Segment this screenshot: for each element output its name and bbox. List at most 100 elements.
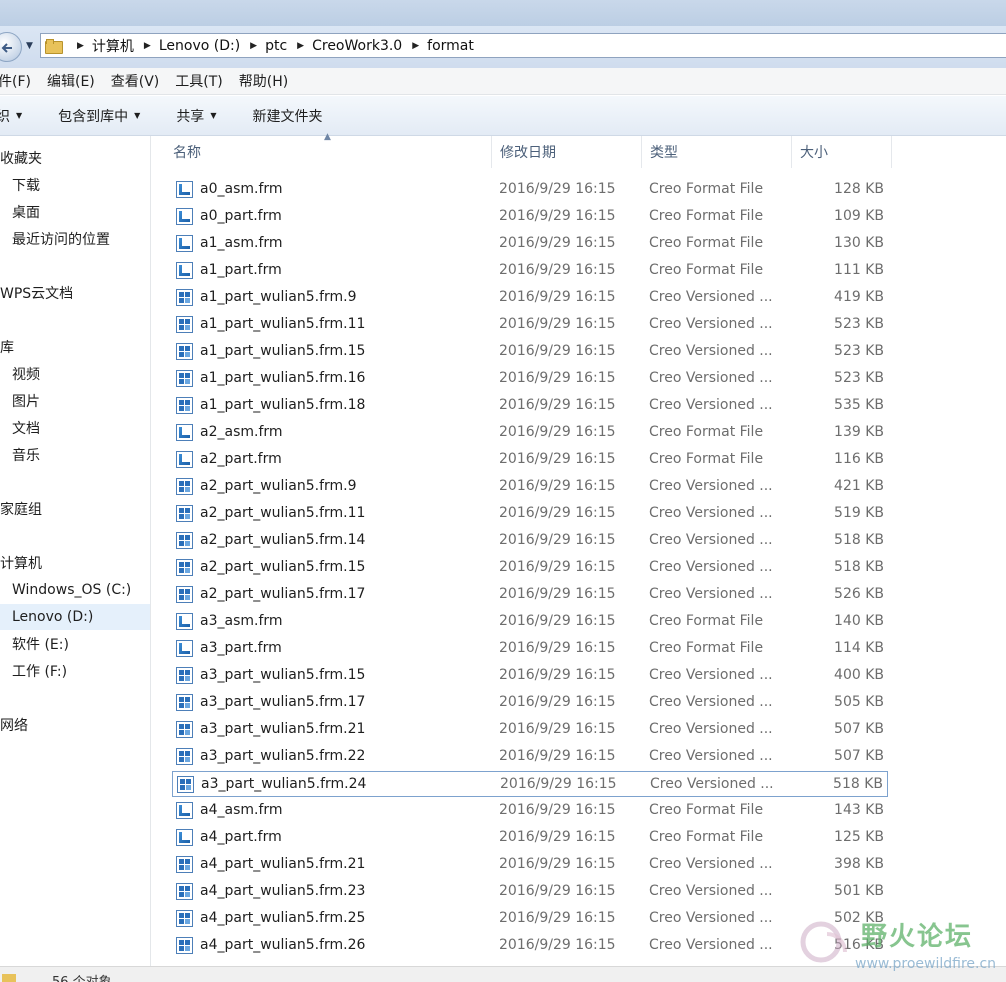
file-row[interactable]: a4_part_wulian5.frm.23 2016/9/29 16:15 Cre… bbox=[172, 879, 888, 905]
nav-drive-d-label: Lenovo (D:) bbox=[12, 609, 94, 625]
nav-libraries[interactable]: 库 bbox=[0, 334, 150, 360]
nav-homegroup[interactable]: 家庭组 bbox=[0, 496, 150, 522]
file-row[interactable]: a1_part_wulian5.frm.11 2016/9/29 16:15 Cre… bbox=[172, 312, 888, 338]
nav-drive-f[interactable]: 工作 (F:) bbox=[0, 658, 150, 684]
creo-versioned-file-icon bbox=[176, 316, 193, 333]
file-row[interactable]: a1_part_wulian5.frm.18 2016/9/29 16:15 Cre… bbox=[172, 393, 888, 419]
expand-arrow-icon[interactable] bbox=[0, 422, 9, 434]
file-type: Creo Format File bbox=[649, 181, 764, 197]
file-name: a1_asm.frm bbox=[200, 235, 283, 251]
expand-arrow-icon[interactable] bbox=[0, 638, 9, 650]
column-header-name[interactable]: 名称 bbox=[152, 136, 492, 168]
nav-documents[interactable]: 文档 bbox=[0, 415, 150, 441]
nav-videos[interactable]: 视频 bbox=[0, 361, 150, 387]
file-row[interactable]: a1_asm.frm 2016/9/29 16:15 Creo Format Fil… bbox=[172, 231, 888, 257]
file-row[interactable]: a2_asm.frm 2016/9/29 16:15 Creo Format Fil… bbox=[172, 420, 888, 446]
file-row[interactable]: a3_part_wulian5.frm.15 2016/9/29 16:15 Cre… bbox=[172, 663, 888, 689]
chevron-right-icon[interactable]: ▶ bbox=[250, 41, 257, 51]
nav-computer[interactable]: 计算机 bbox=[0, 550, 150, 576]
file-row[interactable]: a2_part_wulian5.frm.11 2016/9/29 16:15 Cre… bbox=[172, 501, 888, 527]
file-row[interactable]: a4_asm.frm 2016/9/29 16:15 Creo Format Fil… bbox=[172, 798, 888, 824]
file-row[interactable]: a2_part_wulian5.frm.17 2016/9/29 16:15 Cre… bbox=[172, 582, 888, 608]
nav-wps-label: WPS云文档 bbox=[0, 286, 74, 302]
file-row[interactable]: a3_asm.frm 2016/9/29 16:15 Creo Format Fil… bbox=[172, 609, 888, 635]
nav-wps-cloud[interactable]: WPS云文档 bbox=[0, 280, 150, 306]
expand-arrow-icon[interactable] bbox=[0, 584, 9, 596]
file-row[interactable]: a3_part_wulian5.frm.22 2016/9/29 16:15 Cre… bbox=[172, 744, 888, 770]
creo-versioned-file-icon bbox=[176, 505, 193, 522]
file-row[interactable]: a2_part.frm 2016/9/29 16:15 Creo Format Fi… bbox=[172, 447, 888, 473]
crumb-creowork[interactable]: CreoWork3.0 bbox=[312, 38, 402, 54]
nav-pictures[interactable]: 图片 bbox=[0, 388, 150, 414]
include-in-library-button[interactable]: 包含到库中 ▼ bbox=[58, 106, 140, 126]
chevron-right-icon[interactable]: ▶ bbox=[297, 41, 304, 51]
file-row[interactable]: a0_asm.frm 2016/9/29 16:15 Creo Format Fil… bbox=[172, 177, 888, 203]
expand-arrow-icon[interactable] bbox=[0, 611, 9, 623]
file-row[interactable]: a1_part.frm 2016/9/29 16:15 Creo Format Fi… bbox=[172, 258, 888, 284]
file-row[interactable]: a3_part_wulian5.frm.17 2016/9/29 16:15 Cre… bbox=[172, 690, 888, 716]
file-row[interactable]: a1_part_wulian5.frm.9 2016/9/29 16:15 Creo… bbox=[172, 285, 888, 311]
nav-recent[interactable]: 最近访问的位置 bbox=[0, 226, 150, 252]
column-header-size[interactable]: 大小 bbox=[792, 136, 892, 168]
file-row[interactable]: a1_part_wulian5.frm.16 2016/9/29 16:15 Cre… bbox=[172, 366, 888, 392]
file-size: 130 KB bbox=[834, 235, 884, 251]
file-size: 419 KB bbox=[834, 289, 884, 305]
file-row[interactable]: a4_part_wulian5.frm.26 2016/9/29 16:15 Cre… bbox=[172, 933, 888, 959]
file-row[interactable]: a2_part_wulian5.frm.9 2016/9/29 16:15 Creo… bbox=[172, 474, 888, 500]
file-row[interactable]: a0_part.frm 2016/9/29 16:15 Creo Format Fi… bbox=[172, 204, 888, 230]
file-size: 400 KB bbox=[834, 667, 884, 683]
recent-pages-dropdown-icon[interactable]: ▼ bbox=[26, 41, 33, 51]
menu-help[interactable]: 帮助(H) bbox=[239, 71, 288, 91]
file-name: a1_part_wulian5.frm.16 bbox=[200, 370, 366, 386]
navigation-pane: 收藏夹 下载 桌面 最近访问的位置 WPS云文档 库 视频 图片 文档 音乐 家… bbox=[0, 136, 151, 966]
file-row[interactable]: a3_part_wulian5.frm.21 2016/9/29 16:15 Cre… bbox=[172, 717, 888, 743]
file-size: 398 KB bbox=[834, 856, 884, 872]
menu-edit[interactable]: 编辑(E) bbox=[47, 71, 95, 91]
share-button[interactable]: 共享 ▼ bbox=[176, 106, 216, 126]
crumb-drive-d[interactable]: Lenovo (D:) bbox=[159, 38, 240, 54]
chevron-right-icon[interactable]: ▶ bbox=[144, 41, 151, 51]
file-row[interactable]: a2_part_wulian5.frm.14 2016/9/29 16:15 Cre… bbox=[172, 528, 888, 554]
chevron-right-icon[interactable]: ▶ bbox=[412, 41, 419, 51]
address-bar[interactable]: ▶ 计算机 ▶ Lenovo (D:) ▶ ptc ▶ CreoWork3.0 … bbox=[40, 33, 1006, 58]
menu-file[interactable]: 件(F) bbox=[0, 71, 31, 91]
expand-arrow-icon[interactable] bbox=[0, 368, 9, 380]
nav-desktop[interactable]: 桌面 bbox=[0, 199, 150, 225]
file-modified: 2016/9/29 16:15 bbox=[499, 208, 616, 224]
chevron-right-icon[interactable]: ▶ bbox=[77, 41, 84, 51]
nav-drive-c[interactable]: Windows_OS (C:) bbox=[0, 577, 150, 603]
creo-versioned-file-icon bbox=[176, 937, 193, 954]
file-row[interactable]: a4_part_wulian5.frm.21 2016/9/29 16:15 Cre… bbox=[172, 852, 888, 878]
crumb-ptc[interactable]: ptc bbox=[265, 38, 287, 54]
nav-drive-d[interactable]: Lenovo (D:) bbox=[0, 604, 150, 630]
crumb-computer[interactable]: 计算机 bbox=[92, 36, 134, 56]
file-row[interactable]: a3_part_wulian5.frm.24 2016/9/29 16:15 Cre… bbox=[172, 771, 888, 797]
new-folder-button[interactable]: 新建文件夹 bbox=[252, 106, 322, 126]
menu-view[interactable]: 查看(V) bbox=[111, 71, 160, 91]
expand-arrow-icon[interactable] bbox=[0, 395, 9, 407]
creo-versioned-file-icon bbox=[176, 856, 193, 873]
new-folder-label: 新建文件夹 bbox=[252, 108, 323, 125]
file-row[interactable]: a2_part_wulian5.frm.15 2016/9/29 16:15 Cre… bbox=[172, 555, 888, 581]
nav-music[interactable]: 音乐 bbox=[0, 442, 150, 468]
file-modified: 2016/9/29 16:15 bbox=[499, 262, 616, 278]
column-header-type[interactable]: 类型 bbox=[642, 136, 792, 168]
file-row[interactable]: a4_part.frm 2016/9/29 16:15 Creo Format Fi… bbox=[172, 825, 888, 851]
file-row[interactable]: a3_part.frm 2016/9/29 16:15 Creo Format Fi… bbox=[172, 636, 888, 662]
column-header-modified[interactable]: 修改日期 bbox=[492, 136, 642, 168]
file-row[interactable]: a4_part_wulian5.frm.25 2016/9/29 16:15 Cre… bbox=[172, 906, 888, 932]
organize-button[interactable]: 织 ▼ bbox=[0, 106, 22, 126]
creo-versioned-file-icon bbox=[176, 883, 193, 900]
file-row[interactable]: a1_part_wulian5.frm.15 2016/9/29 16:15 Cre… bbox=[172, 339, 888, 365]
nav-recent-label: 最近访问的位置 bbox=[12, 232, 110, 248]
file-modified: 2016/9/29 16:15 bbox=[499, 910, 616, 926]
nav-drive-e[interactable]: 软件 (E:) bbox=[0, 631, 150, 657]
nav-downloads[interactable]: 下载 bbox=[0, 172, 150, 198]
expand-arrow-icon[interactable] bbox=[0, 449, 9, 461]
expand-arrow-icon[interactable] bbox=[0, 665, 9, 677]
nav-network[interactable]: 网络 bbox=[0, 712, 150, 738]
menu-tools[interactable]: 工具(T) bbox=[175, 71, 222, 91]
crumb-format[interactable]: format bbox=[427, 38, 474, 54]
back-arrow-icon bbox=[1, 43, 12, 53]
nav-favorites[interactable]: 收藏夹 bbox=[0, 145, 150, 171]
